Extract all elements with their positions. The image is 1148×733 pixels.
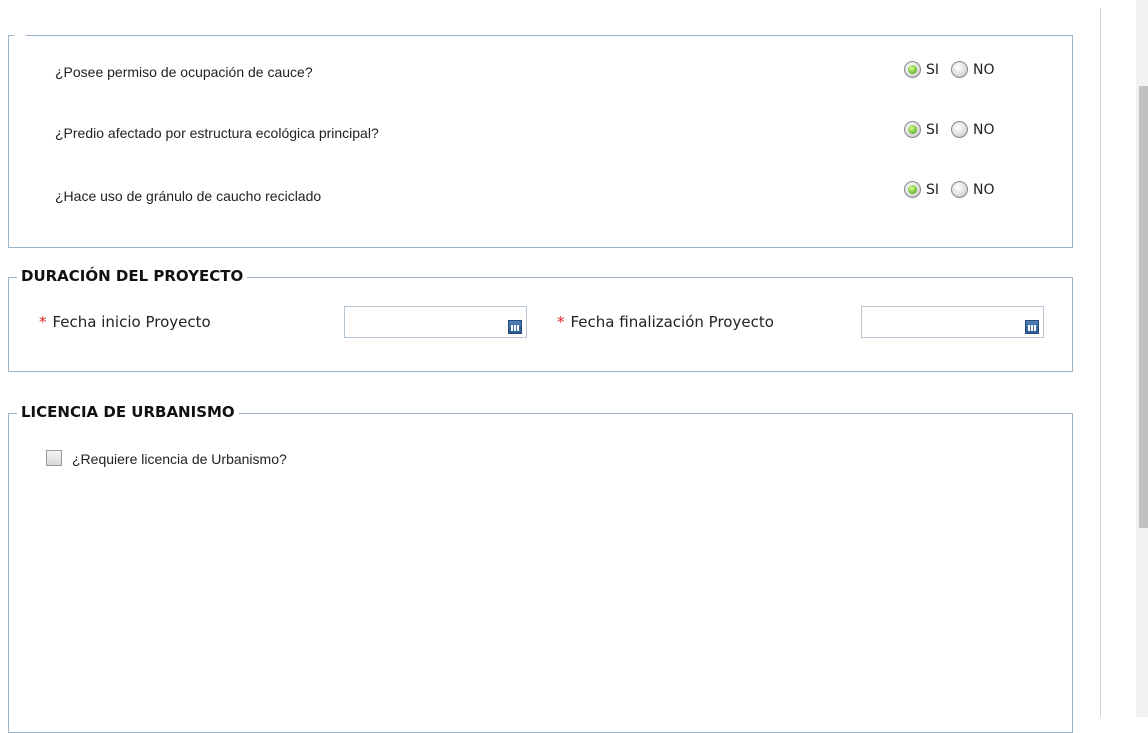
radio-group-ocupacion-cauce: SI NO xyxy=(904,61,1007,78)
required-mark: * xyxy=(557,313,565,331)
radio-si[interactable] xyxy=(904,181,921,198)
calendar-icon[interactable] xyxy=(508,320,522,334)
licencia-legend: LICENCIA DE URBANISMO xyxy=(17,403,239,421)
requiere-licencia-checkbox[interactable] xyxy=(46,450,62,466)
radio-no[interactable] xyxy=(951,121,969,138)
radio-no[interactable] xyxy=(951,61,969,78)
radio-si-label: SI xyxy=(926,61,940,78)
question-granulo-caucho: ¿Hace uso de gránulo de caucho reciclado xyxy=(55,188,322,204)
fieldset-legend-gap xyxy=(14,30,26,40)
radio-si-label: SI xyxy=(926,121,940,138)
fecha-fin-text: Fecha finalización Proyecto xyxy=(570,313,774,331)
radio-no-label: NO xyxy=(973,121,995,138)
question-estructura-ecologica: ¿Predio afectado por estructura ecológic… xyxy=(55,125,379,141)
radio-si-label: SI xyxy=(926,181,940,198)
fecha-inicio-input[interactable] xyxy=(344,306,527,338)
duracion-legend: DURACIÓN DEL PROYECTO xyxy=(17,267,248,285)
radio-no[interactable] xyxy=(951,181,969,198)
fecha-fin-label: * Fecha finalización Proyecto xyxy=(557,313,774,331)
fecha-inicio-text: Fecha inicio Proyecto xyxy=(52,313,211,331)
radio-si[interactable] xyxy=(904,121,921,138)
question-ocupacion-cauce: ¿Posee permiso de ocupación de cauce? xyxy=(55,64,313,80)
scrollbar-thumb[interactable] xyxy=(1139,86,1148,528)
calendar-icon[interactable] xyxy=(1025,320,1039,334)
fecha-inicio-label: * Fecha inicio Proyecto xyxy=(39,313,211,331)
radio-si[interactable] xyxy=(904,61,921,78)
fecha-fin-input[interactable] xyxy=(861,306,1044,338)
content-divider xyxy=(1100,8,1101,717)
required-mark: * xyxy=(39,313,47,331)
radio-group-estructura-ecologica: SI NO xyxy=(904,121,1007,138)
radio-group-granulo-caucho: SI NO xyxy=(904,181,1007,198)
radio-no-label: NO xyxy=(973,181,995,198)
radio-no-label: NO xyxy=(973,61,995,78)
requiere-licencia-label: ¿Requiere licencia de Urbanismo? xyxy=(72,451,287,467)
